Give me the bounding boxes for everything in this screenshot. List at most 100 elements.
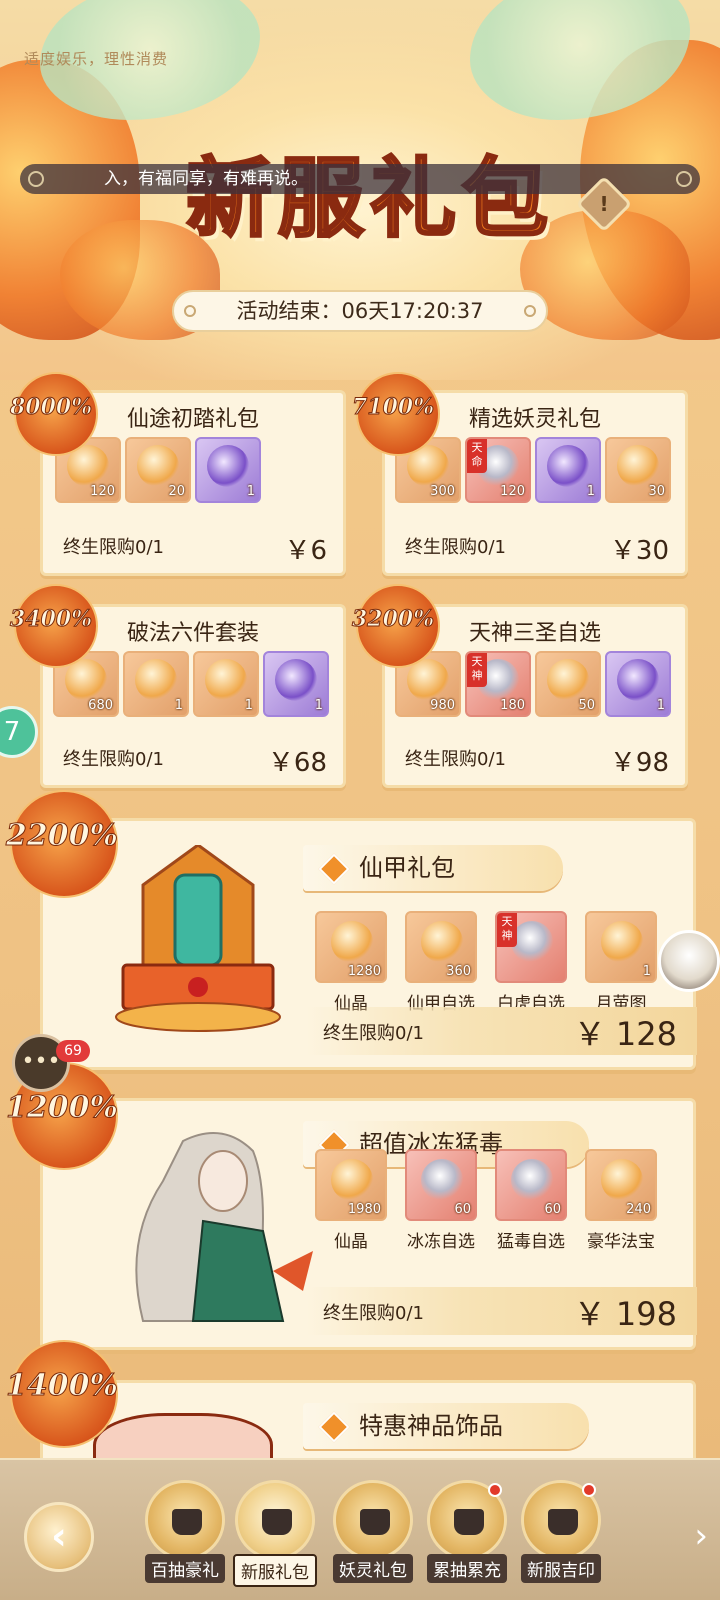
discount-badge-text: 3400%: [9, 606, 93, 633]
reward-item[interactable]: 天神 白虎自选: [495, 911, 567, 1014]
sword-icon: [617, 659, 659, 701]
nav-tab-hundred-draw[interactable]: 百抽豪礼: [142, 1480, 228, 1583]
item-slot[interactable]: 天命 120: [465, 437, 531, 503]
crystal-icon: [65, 659, 107, 701]
nav-tab-new-server-seal[interactable]: 新服吉印: [518, 1480, 604, 1583]
purchase-limit: 终生限购0/1: [323, 1303, 424, 1324]
item-slot[interactable]: 30: [605, 437, 671, 503]
buy-button[interactable]: ￥68: [268, 742, 327, 779]
back-button[interactable]: ‹: [24, 1502, 94, 1572]
item-slot[interactable]: 1: [123, 651, 189, 717]
item-slot[interactable]: 1280: [315, 911, 387, 983]
purchase-limit: 终生限购0/1: [63, 537, 164, 558]
reward-item[interactable]: 240 豪华法宝: [585, 1149, 657, 1252]
price-bar[interactable]: 终生限购0/1 ￥ 198: [307, 1287, 697, 1335]
reward-item[interactable]: 1 月萤图: [585, 911, 657, 1014]
pack-card-large[interactable]: 超值冰冻猛毒 1980 仙晶 60 冰冻自选 60 猛毒自选 240 豪华法宝 …: [40, 1098, 697, 1350]
chest-icon: [275, 659, 317, 701]
buy-button[interactable]: ￥ 198: [574, 1289, 677, 1335]
item-label: 豪华法宝: [587, 1232, 655, 1252]
item-label: 冰冻自选: [407, 1232, 475, 1252]
item-slot[interactable]: 1: [605, 651, 671, 717]
pack-title: 仙甲礼包: [359, 854, 455, 882]
item-tag: 天命: [467, 439, 487, 473]
discount-badge: 3200%: [351, 584, 440, 668]
item-qty: 1280: [347, 964, 381, 979]
assistant-avatar[interactable]: [658, 930, 720, 992]
item-qty: 980: [430, 698, 455, 713]
item-qty: 1: [246, 484, 255, 499]
purchase-limit: 终生限购0/1: [405, 537, 506, 558]
crystal-icon: [331, 1159, 373, 1201]
pack-card-large[interactable]: 仙甲礼包 1280 仙晶 360 仙甲自选 天神 白虎自选 1 月萤图 终生限购…: [40, 818, 697, 1070]
purchase-limit: 终生限购0/1: [63, 749, 164, 770]
armor-chest-icon: [421, 921, 463, 963]
chat-unread-badge: 69: [56, 1040, 90, 1062]
item-qty: 1: [586, 484, 595, 499]
item-slot[interactable]: 1: [263, 651, 329, 717]
item-slot[interactable]: 1980: [315, 1149, 387, 1221]
hundred-draw-icon: [145, 1480, 225, 1560]
item-slot[interactable]: 50: [535, 651, 601, 717]
reward-item[interactable]: 60 猛毒自选: [495, 1149, 567, 1252]
armor-chest-illustration: [113, 843, 283, 1035]
buy-button[interactable]: ￥30: [610, 530, 669, 567]
timer-dot-left-icon: [184, 305, 196, 317]
treasure-box-icon: [601, 921, 643, 963]
item-qty: 1: [174, 698, 183, 713]
reward-item[interactable]: 60 冰冻自选: [405, 1149, 477, 1252]
character-portrait-icon: [511, 1159, 553, 1201]
nav-tab-spirit-pack[interactable]: 妖灵礼包: [330, 1480, 416, 1583]
buy-button[interactable]: ￥98: [610, 742, 669, 779]
nav-tab-label: 新服吉印: [521, 1554, 601, 1583]
discount-badge: 2200%: [5, 790, 119, 898]
spirit-pack-icon: [333, 1480, 413, 1560]
crystal-icon: [331, 921, 373, 963]
notification-dot-icon: [582, 1483, 596, 1497]
side-event-button[interactable]: 7: [0, 706, 38, 758]
pack-title-ribbon: 仙甲礼包: [303, 845, 563, 891]
marquee-cap-left-icon: [28, 171, 44, 187]
item-slot[interactable]: 1: [193, 651, 259, 717]
reward-item[interactable]: 1280 仙晶: [315, 911, 387, 1014]
reward-item[interactable]: 360 仙甲自选: [405, 911, 477, 1014]
price-bar[interactable]: 终生限购0/1 ￥ 128: [307, 1007, 697, 1055]
item-slot[interactable]: 天神: [495, 911, 567, 983]
item-slot[interactable]: 60: [495, 1149, 567, 1221]
item-slot[interactable]: 60: [405, 1149, 477, 1221]
item-slot[interactable]: 1: [585, 911, 657, 983]
item-qty: 240: [626, 1202, 651, 1217]
side-event-label: 7: [3, 717, 21, 747]
discount-badge: 1400%: [5, 1340, 119, 1448]
item-qty: 1: [656, 698, 665, 713]
item-tag: 天神: [497, 913, 517, 947]
armor-icon: [135, 659, 177, 701]
buy-button[interactable]: ￥6: [284, 530, 327, 567]
buy-button[interactable]: ￥ 128: [574, 1009, 677, 1055]
item-qty: 30: [648, 484, 665, 499]
nav-tab-cumulative[interactable]: 累抽累充: [424, 1480, 510, 1583]
item-qty: 1: [244, 698, 253, 713]
item-slot[interactable]: 360: [405, 911, 477, 983]
purchase-limit: 终生限购0/1: [405, 749, 506, 770]
item-qty: 180: [500, 698, 525, 713]
discount-badge-text: 8000%: [9, 394, 93, 421]
discount-badge-text: 2200%: [5, 818, 119, 854]
item-slot[interactable]: 1: [535, 437, 601, 503]
pack-title-ribbon: 特惠神品饰品: [303, 1403, 589, 1449]
scroll-icon: [137, 445, 179, 487]
purchase-limit: 终生限购0/1: [323, 1023, 424, 1044]
scroll-icon: [617, 445, 659, 487]
notification-dot-icon: [488, 1483, 502, 1497]
chevron-right-icon[interactable]: ›: [694, 1516, 708, 1556]
item-slot[interactable]: 240: [585, 1149, 657, 1221]
item-slot[interactable]: 20: [125, 437, 191, 503]
reward-item[interactable]: 1980 仙晶: [315, 1149, 387, 1252]
item-slot[interactable]: 1: [195, 437, 261, 503]
nav-tab-label: 累抽累充: [427, 1554, 507, 1583]
event-timer: 活动结束：06天17:20:37: [172, 290, 548, 332]
nav-tab-new-server-pack[interactable]: 新服礼包: [232, 1480, 318, 1587]
item-qty: 50: [578, 698, 595, 713]
item-slot[interactable]: 天神 180: [465, 651, 531, 717]
discount-badge: 7100%: [351, 372, 440, 456]
